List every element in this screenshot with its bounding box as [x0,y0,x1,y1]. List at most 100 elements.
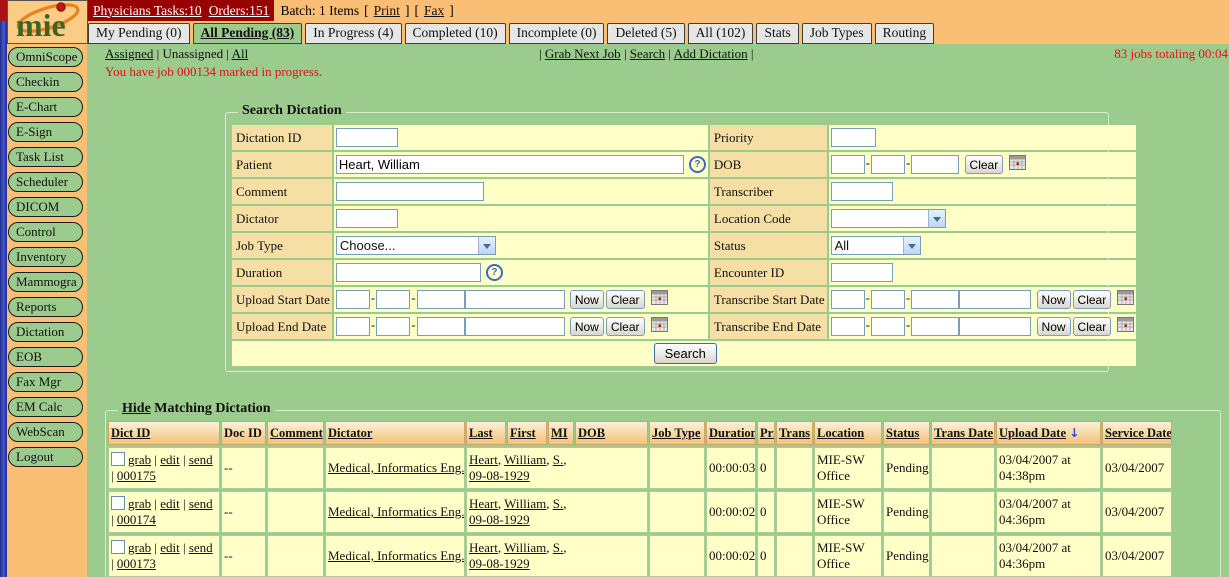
transcribe-start-time-input[interactable] [959,290,1031,309]
upload-end-year-input[interactable] [417,317,465,336]
add-dictation-link[interactable]: Add Dictation [674,46,748,61]
service-date-sort-link[interactable]: Service Date [1105,426,1172,440]
patient-mi-link[interactable]: S. [553,496,563,511]
duration-input[interactable] [336,263,481,282]
trans-date-sort-link[interactable]: Trans Date [934,426,993,440]
transcribe-start-month-input[interactable] [831,290,865,309]
sidebar-item-reports[interactable]: Reports [8,297,83,317]
dict-id-link[interactable]: 000175 [117,468,156,483]
dictator-input[interactable] [336,209,398,228]
patient-dob-link[interactable]: 09-08-1929 [469,556,530,571]
comment-sort-link[interactable]: Comment [270,426,323,440]
transcribe-end-month-input[interactable] [831,317,865,336]
duration-help-icon[interactable]: ? [486,264,503,281]
edit-link[interactable]: edit [160,540,180,555]
sidebar-item-dicom[interactable]: DICOM [8,197,83,217]
calendar-icon[interactable] [1009,155,1026,170]
duration-sort-link[interactable]: Duration [709,426,756,440]
dob-year-input[interactable] [911,155,959,174]
comment-input[interactable] [336,182,484,201]
calendar-icon[interactable] [651,317,668,332]
print-link[interactable]: Print [374,3,400,19]
sidebar-item-webscan[interactable]: WebScan [8,422,83,442]
transcribe-end-clear-button[interactable]: Clear [1073,317,1112,336]
sidebar-item-dictation[interactable]: Dictation [8,322,83,342]
location-code-select[interactable] [831,209,946,228]
mie-logo[interactable]: mie [7,0,88,44]
dob-sort-link[interactable]: DOB [578,426,605,440]
row-checkbox[interactable] [111,496,125,510]
grab-link[interactable]: grab [128,496,151,511]
location-sort-link[interactable]: Location [817,426,864,440]
sort-desc-icon[interactable]: ↓ [1069,425,1079,440]
transcribe-end-year-input[interactable] [911,317,959,336]
calendar-icon[interactable] [651,290,668,305]
tab-incomplete[interactable]: Incomplete (0) [509,23,605,44]
tab-stats[interactable]: Stats [756,23,798,44]
send-link[interactable]: send [189,540,213,555]
search-button[interactable]: Search [654,343,717,364]
dictator-link[interactable]: Medical, Informatics Eng. [328,548,464,563]
sidebar-item-em-calc[interactable]: EM Calc [8,397,83,417]
patient-first-link[interactable]: William [504,452,546,467]
pri-sort-link[interactable]: Pri [760,426,775,440]
sidebar-item-fax-mgr[interactable]: Fax Mgr [8,372,83,392]
patient-input[interactable] [336,155,684,174]
upload-end-now-button[interactable]: Now [570,317,604,336]
status-sort-link[interactable]: Status [886,426,919,440]
mi-sort-link[interactable]: MI [551,426,568,440]
transcriber-input[interactable] [831,182,893,201]
encounter-id-input[interactable] [831,263,893,282]
transcribe-start-now-button[interactable]: Now [1037,290,1071,309]
dob-clear-button[interactable]: Clear [965,155,1004,174]
tab-job-types[interactable]: Job Types [802,23,872,44]
dictator-sort-link[interactable]: Dictator [328,426,372,440]
sidebar-item-inventory[interactable]: Inventory [8,247,83,267]
tab-all-pending[interactable]: All Pending (83) [193,23,303,44]
sidebar-item-scheduler[interactable]: Scheduler [8,172,83,192]
tab-all[interactable]: All (102) [688,23,754,44]
edit-link[interactable]: edit [160,496,180,511]
last-sort-link[interactable]: Last [469,426,493,440]
unassigned-current[interactable]: Unassigned [163,46,224,61]
upload-end-clear-button[interactable]: Clear [606,317,645,336]
assigned-link[interactable]: Assigned [105,46,153,61]
dictator-link[interactable]: Medical, Informatics Eng. [328,504,464,519]
upload-start-now-button[interactable]: Now [570,290,604,309]
tab-routing[interactable]: Routing [875,23,935,44]
dob-day-input[interactable] [871,155,905,174]
tab-in-progress[interactable]: In Progress (4) [305,23,401,44]
sidebar-item-echart[interactable]: E-Chart [8,97,83,117]
priority-input[interactable] [831,128,876,147]
sidebar-item-omniscope[interactable]: OmniScope [8,47,83,67]
calendar-icon[interactable] [1117,317,1134,332]
dict-id-link[interactable]: 000174 [117,512,156,527]
tab-my-pending[interactable]: My Pending (0) [88,23,190,44]
send-link[interactable]: send [189,452,213,467]
patient-help-icon[interactable]: ? [689,156,706,173]
patient-mi-link[interactable]: S. [553,452,563,467]
dict-id-link[interactable]: 000173 [117,556,156,571]
patient-dob-link[interactable]: 09-08-1929 [469,468,530,483]
status-select[interactable]: All [831,236,921,255]
sidebar-item-mammography[interactable]: Mammogra [8,272,83,292]
grab-link[interactable]: grab [128,452,151,467]
all-link[interactable]: All [232,46,249,61]
dict-id-sort-link[interactable]: Dict ID [111,426,150,440]
patient-last-link[interactable]: Heart [469,452,498,467]
upload-start-day-input[interactable] [376,290,410,309]
patient-first-link[interactable]: William [504,496,546,511]
patient-dob-link[interactable]: 09-08-1929 [469,512,530,527]
upload-start-clear-button[interactable]: Clear [606,290,645,309]
transcribe-start-day-input[interactable] [871,290,905,309]
dictator-link[interactable]: Medical, Informatics Eng. [328,460,464,475]
sidebar-item-eob[interactable]: EOB [8,347,83,367]
upload-end-month-input[interactable] [336,317,370,336]
send-link[interactable]: send [189,496,213,511]
transcribe-start-year-input[interactable] [911,290,959,309]
job-type-sort-link[interactable]: Job Type [652,426,701,440]
grab-link[interactable]: grab [128,540,151,555]
upload-date-sort-link[interactable]: Upload Date [999,426,1066,440]
first-sort-link[interactable]: First [510,426,536,440]
upload-end-time-input[interactable] [465,317,565,336]
